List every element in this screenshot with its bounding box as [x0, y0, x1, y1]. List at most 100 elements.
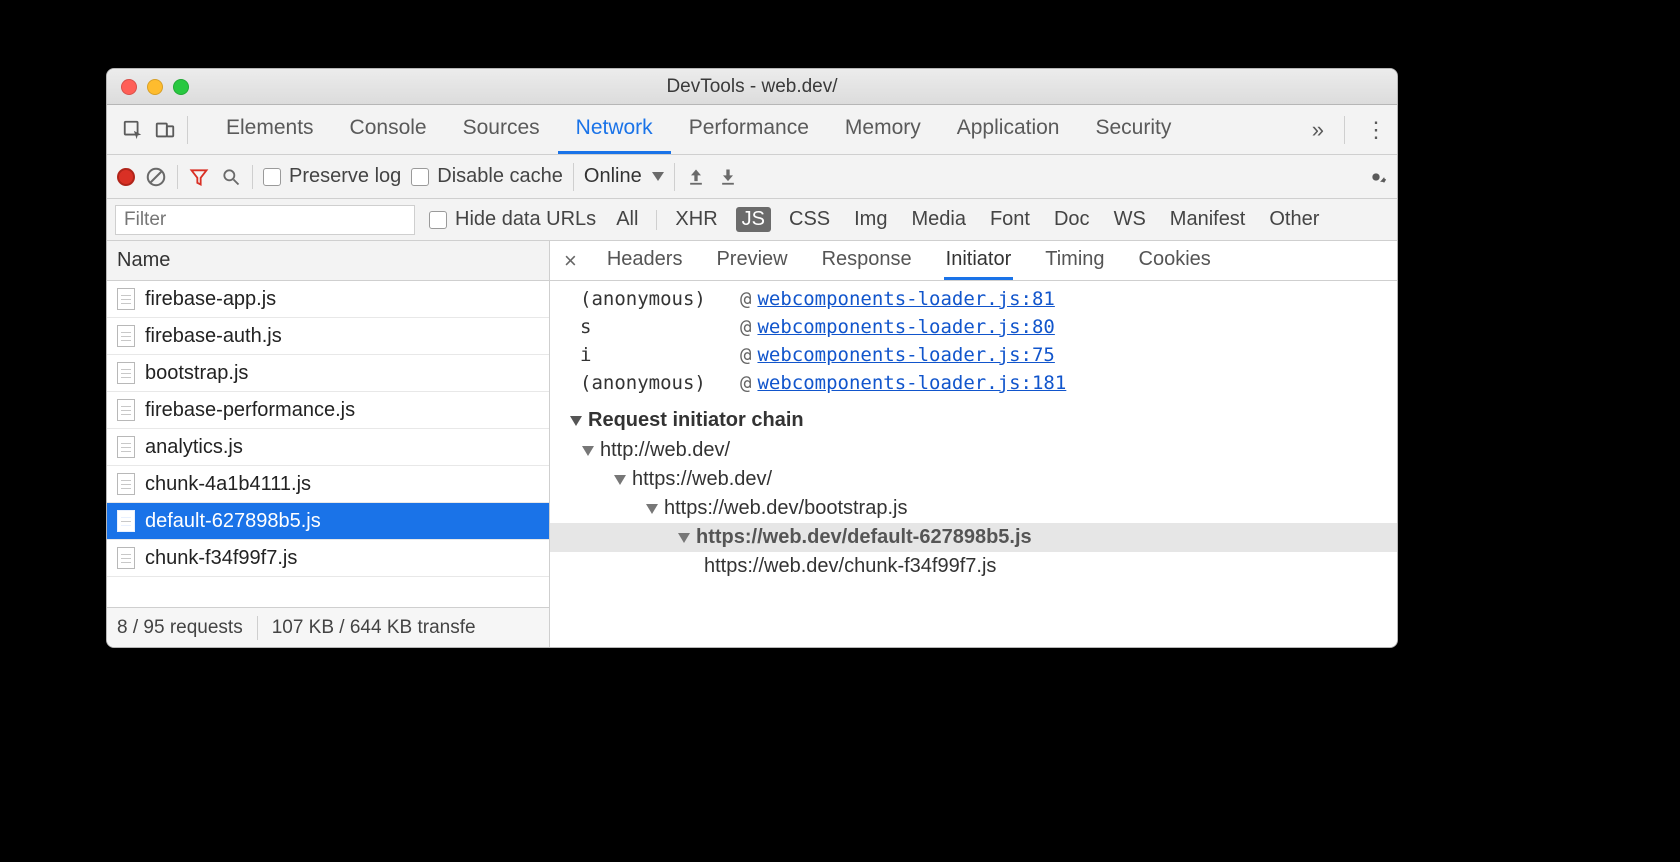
- name-column-header[interactable]: Name: [107, 241, 549, 281]
- clear-log-icon[interactable]: [145, 166, 167, 188]
- type-filter-other[interactable]: Other: [1263, 207, 1325, 232]
- chain-row[interactable]: https://web.dev/bootstrap.js: [550, 494, 1397, 523]
- inspect-element-icon[interactable]: [117, 114, 149, 146]
- type-filter-all[interactable]: All: [610, 207, 644, 232]
- chain-url: https://web.dev/default-627898b5.js: [696, 526, 1032, 549]
- file-icon: [117, 362, 135, 384]
- detail-tab-cookies[interactable]: Cookies: [1137, 241, 1213, 280]
- separator: [177, 165, 178, 189]
- request-name: default-627898b5.js: [145, 510, 321, 533]
- request-row[interactable]: chunk-f34f99f7.js: [107, 540, 549, 577]
- device-toolbar-icon[interactable]: [149, 114, 181, 146]
- type-filter-img[interactable]: Img: [848, 207, 893, 232]
- status-bar: 8 / 95 requests 107 KB / 644 KB transfe: [107, 607, 549, 647]
- file-icon: [117, 399, 135, 421]
- disable-cache-checkbox[interactable]: Disable cache: [411, 165, 563, 188]
- disclosure-triangle-icon: [570, 416, 582, 426]
- type-filter-media[interactable]: Media: [905, 207, 971, 232]
- requests-pane: Name firebase-app.jsfirebase-auth.jsboot…: [107, 241, 550, 647]
- request-row[interactable]: chunk-4a1b4111.js: [107, 466, 549, 503]
- file-icon: [117, 325, 135, 347]
- detail-tab-headers[interactable]: Headers: [605, 241, 685, 280]
- chevron-down-icon: [652, 172, 664, 181]
- tab-security[interactable]: Security: [1077, 105, 1189, 154]
- detail-tab-response[interactable]: Response: [820, 241, 914, 280]
- call-stack: (anonymous)@webcomponents-loader.js:81s@…: [550, 281, 1397, 401]
- type-filter-css[interactable]: CSS: [783, 207, 836, 232]
- chain-row[interactable]: http://web.dev/: [550, 436, 1397, 465]
- file-icon: [117, 547, 135, 569]
- stack-fn: s: [580, 316, 740, 338]
- tab-memory[interactable]: Memory: [827, 105, 939, 154]
- chain-row[interactable]: https://web.dev/: [550, 465, 1397, 494]
- disable-cache-label: Disable cache: [437, 165, 563, 188]
- window-title: DevTools - web.dev/: [666, 76, 837, 98]
- chain-row[interactable]: https://web.dev/chunk-f34f99f7.js: [550, 552, 1397, 581]
- filter-input[interactable]: [115, 205, 415, 235]
- chain-row[interactable]: https://web.dev/default-627898b5.js: [550, 523, 1397, 552]
- hide-data-urls-label: Hide data URLs: [455, 208, 596, 231]
- tab-network[interactable]: Network: [558, 105, 671, 154]
- stack-frame: (anonymous)@webcomponents-loader.js:81: [550, 285, 1397, 313]
- type-filter-manifest[interactable]: Manifest: [1164, 207, 1252, 232]
- type-filter-ws[interactable]: WS: [1108, 207, 1152, 232]
- minimize-window-button[interactable]: [147, 79, 163, 95]
- tab-performance[interactable]: Performance: [671, 105, 827, 154]
- chain-url: https://web.dev/chunk-f34f99f7.js: [704, 555, 996, 578]
- request-name: firebase-performance.js: [145, 399, 355, 422]
- zoom-window-button[interactable]: [173, 79, 189, 95]
- throttling-value: Online: [584, 165, 642, 188]
- type-filter-font[interactable]: Font: [984, 207, 1036, 232]
- request-row[interactable]: analytics.js: [107, 429, 549, 466]
- request-name: analytics.js: [145, 436, 243, 459]
- separator: [656, 210, 657, 230]
- type-filter-doc[interactable]: Doc: [1048, 207, 1096, 232]
- type-filter-js[interactable]: JS: [736, 207, 771, 232]
- detail-tab-preview[interactable]: Preview: [714, 241, 789, 280]
- filter-toggle-icon[interactable]: [188, 166, 210, 188]
- tab-console[interactable]: Console: [332, 105, 445, 154]
- download-har-icon[interactable]: [717, 166, 739, 188]
- network-settings-icon[interactable]: [1365, 166, 1387, 188]
- stack-source-link[interactable]: webcomponents-loader.js:81: [757, 288, 1054, 310]
- close-window-button[interactable]: [121, 79, 137, 95]
- stack-fn: (anonymous): [580, 372, 740, 394]
- stack-source-link[interactable]: webcomponents-loader.js:181: [757, 372, 1066, 394]
- tab-sources[interactable]: Sources: [445, 105, 558, 154]
- close-detail-icon[interactable]: ×: [564, 248, 581, 274]
- initiator-chain-header[interactable]: Request initiator chain: [550, 401, 1397, 436]
- request-row[interactable]: default-627898b5.js: [107, 503, 549, 540]
- request-row[interactable]: firebase-app.js: [107, 281, 549, 318]
- record-button[interactable]: [117, 168, 135, 186]
- detail-tabs: × Headers Preview Response Initiator Timing C…: [550, 241, 1397, 281]
- file-icon: [117, 473, 135, 495]
- separator: [257, 616, 258, 640]
- tab-elements[interactable]: Elements: [208, 105, 332, 154]
- tab-application[interactable]: Application: [939, 105, 1078, 154]
- detail-pane: × Headers Preview Response Initiator Timing C…: [550, 241, 1397, 647]
- resource-type-filter: All XHR JS CSS Img Media Font Doc WS Manifest Othe…: [610, 207, 1325, 232]
- window-controls: [121, 79, 189, 95]
- hide-data-urls-checkbox[interactable]: Hide data URLs: [429, 208, 596, 231]
- overflow-tabs-icon[interactable]: »: [1312, 117, 1324, 143]
- filter-bar: Hide data URLs All XHR JS CSS Img Media Font Do…: [107, 199, 1397, 241]
- request-row[interactable]: bootstrap.js: [107, 355, 549, 392]
- detail-tab-timing[interactable]: Timing: [1043, 241, 1106, 280]
- kebab-menu-icon[interactable]: ⋮: [1365, 117, 1387, 143]
- stack-source-link[interactable]: webcomponents-loader.js:75: [757, 344, 1054, 366]
- stack-source-link[interactable]: webcomponents-loader.js:80: [757, 316, 1054, 338]
- chain-url: http://web.dev/: [600, 439, 730, 462]
- request-list[interactable]: firebase-app.jsfirebase-auth.jsbootstrap…: [107, 281, 549, 607]
- network-toolbar: Preserve log Disable cache Online: [107, 155, 1397, 199]
- upload-har-icon[interactable]: [685, 166, 707, 188]
- request-row[interactable]: firebase-auth.js: [107, 318, 549, 355]
- detail-tab-initiator[interactable]: Initiator: [944, 241, 1014, 280]
- request-row[interactable]: firebase-performance.js: [107, 392, 549, 429]
- stack-fn: i: [580, 344, 740, 366]
- preserve-log-checkbox[interactable]: Preserve log: [263, 165, 401, 188]
- throttling-select[interactable]: Online: [573, 163, 675, 191]
- type-filter-xhr[interactable]: XHR: [669, 207, 723, 232]
- initiator-chain-title: Request initiator chain: [588, 409, 804, 432]
- stack-frame: (anonymous)@webcomponents-loader.js:181: [550, 369, 1397, 397]
- search-icon[interactable]: [220, 166, 242, 188]
